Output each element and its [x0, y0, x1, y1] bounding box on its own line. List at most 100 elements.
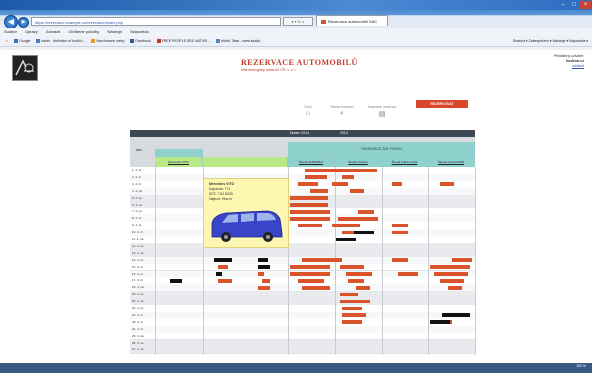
- reservation-block[interactable]: [298, 182, 318, 187]
- reservation-block[interactable]: [342, 175, 354, 180]
- favorite-item[interactable]: Google: [14, 36, 30, 46]
- reservation-block[interactable]: [354, 230, 374, 235]
- reservation-block[interactable]: [335, 168, 377, 173]
- reservation-block[interactable]: [338, 216, 378, 221]
- favorite-item[interactable]: Facebook: [130, 36, 151, 46]
- reservation-block[interactable]: [340, 299, 370, 304]
- reservation-block[interactable]: [332, 182, 348, 187]
- address-bar[interactable]: https://rezervace.example.cz/rezervace/i…: [31, 17, 281, 26]
- tab-rezervace[interactable]: Rezervace automobilů SAC: [316, 15, 388, 26]
- reservation-block[interactable]: [298, 223, 322, 228]
- car-info-popup: Mercedes VITO Kapacita: 7+1 SPZ: 7A3 833…: [203, 178, 289, 248]
- forward-icon[interactable]: ▶: [18, 17, 29, 28]
- day-label: 4. 4. pá: [132, 188, 143, 193]
- reservation-block[interactable]: [430, 265, 470, 269]
- minimize-icon[interactable]: –: [558, 1, 568, 9]
- favorites-star-icon[interactable]: ★: [5, 36, 8, 46]
- car-column-fabia[interactable]: Škoda Fabia combi: [382, 157, 428, 167]
- reservation-block[interactable]: [262, 278, 270, 283]
- day-label: 26. 4. so: [132, 340, 144, 345]
- reservation-block[interactable]: [290, 265, 330, 269]
- maximize-icon[interactable]: □: [569, 1, 579, 9]
- menu-tools[interactable]: Nástroje: [107, 29, 122, 34]
- reservation-block[interactable]: [346, 272, 372, 276]
- day-label: 7. 4. po: [132, 209, 143, 214]
- command-bar[interactable]: Stránka ▾ Zabezpečení ▾ Nástroje ▾ Nápov…: [513, 36, 588, 46]
- reservation-block[interactable]: [448, 285, 462, 290]
- reservation-block[interactable]: [440, 278, 464, 283]
- address-actions[interactable]: ⌕ ▾ ↻ ×: [283, 17, 313, 26]
- day-label: 9. 4. st: [132, 223, 142, 228]
- reservation-block[interactable]: [336, 237, 356, 242]
- reservation-block[interactable]: [350, 189, 364, 193]
- reservation-block[interactable]: [258, 272, 264, 276]
- reservation-block[interactable]: [440, 182, 454, 187]
- menu-favorites[interactable]: Oblíbené položky: [68, 29, 99, 34]
- reservation-block[interactable]: [332, 258, 342, 262]
- reservation-block[interactable]: [434, 272, 468, 276]
- reservation-block[interactable]: [392, 258, 408, 262]
- reservation-block[interactable]: [430, 320, 450, 325]
- menu-file[interactable]: Soubor: [4, 29, 17, 34]
- reservation-block[interactable]: [310, 189, 328, 193]
- close-window-icon[interactable]: ×: [580, 1, 591, 9]
- reservation-block[interactable]: [258, 265, 270, 269]
- reservation-block[interactable]: [218, 265, 228, 269]
- day-row[interactable]: 27. 4. ne: [130, 346, 475, 355]
- day-label: 12. 4. so: [132, 243, 144, 248]
- month-nav[interactable]: 2014: [340, 130, 348, 137]
- sac-logo[interactable]: [12, 55, 38, 81]
- reservation-block[interactable]: [342, 320, 362, 325]
- reservation-block[interactable]: [356, 285, 370, 290]
- reservation-block[interactable]: [170, 278, 182, 283]
- favorite-item[interactable]: eMail: Tatar - www.studia: [216, 36, 260, 46]
- car-column-octavia-rs[interactable]: Škoda Octavia RS5: [428, 157, 475, 167]
- reservation-block[interactable]: [298, 278, 324, 283]
- menu-help[interactable]: Nápověda: [130, 29, 148, 34]
- reservation-block[interactable]: [290, 209, 330, 214]
- favorite-item[interactable]: kariér - definition of build b...: [36, 36, 85, 46]
- logout-link[interactable]: odhlásit: [554, 64, 584, 69]
- reservation-block[interactable]: [348, 278, 364, 283]
- reservation-block[interactable]: [290, 216, 330, 221]
- car-column-superb[interactable]: Škoda SUPERB 2: [288, 157, 335, 167]
- menu-edit[interactable]: Úpravy: [25, 29, 38, 34]
- reservation-block[interactable]: [452, 258, 472, 262]
- reservation-block[interactable]: [290, 203, 328, 207]
- reservation-block[interactable]: [290, 196, 328, 200]
- zoom-level[interactable]: 100 %: [576, 364, 586, 368]
- reservation-block[interactable]: [398, 272, 418, 276]
- reservation-block[interactable]: [340, 265, 364, 269]
- reservation-block[interactable]: [216, 272, 222, 276]
- reservation-block[interactable]: [218, 278, 232, 283]
- new-reservation-button[interactable]: REZERVOVAT: [416, 100, 468, 108]
- page-subtitle: Mikrobiologický ústav AV ČR, v. v. i.: [241, 68, 297, 72]
- reservation-block[interactable]: [392, 223, 408, 228]
- reservation-block[interactable]: [332, 223, 360, 228]
- reservation-block[interactable]: [302, 258, 336, 262]
- menu-view[interactable]: Zobrazit: [46, 29, 60, 34]
- van-image: [211, 210, 283, 242]
- reservation-block[interactable]: [358, 209, 374, 214]
- reservation-block[interactable]: [290, 272, 330, 276]
- car-column-octavia[interactable]: Škoda Octavia: [335, 157, 382, 167]
- reservation-block[interactable]: [392, 182, 402, 187]
- reservation-block[interactable]: [258, 285, 270, 290]
- reservation-block[interactable]: [258, 258, 268, 262]
- car-column-mercedes-vito[interactable]: Mercedes VITO: [155, 157, 203, 167]
- pending-tool[interactable]: Neproduk. rezervací ▤: [362, 105, 402, 118]
- reservation-block[interactable]: [214, 258, 232, 262]
- reservation-block[interactable]: [340, 292, 358, 297]
- window-titlebar: – □ ×: [0, 0, 592, 10]
- reservation-block[interactable]: [342, 306, 362, 311]
- favorite-item[interactable]: FREE PEOPLE SEE NATIVE...: [156, 36, 210, 46]
- reservation-block[interactable]: [305, 168, 335, 173]
- reservation-block[interactable]: [342, 313, 366, 318]
- search-tool[interactable]: Hledat rezervaci ⌕: [322, 105, 362, 118]
- reservation-block[interactable]: [392, 230, 408, 235]
- back-icon[interactable]: ◀: [4, 15, 18, 29]
- favorite-item[interactable]: Navrhované weby: [91, 36, 124, 46]
- reservation-block[interactable]: [305, 175, 327, 180]
- reservation-block[interactable]: [442, 313, 470, 318]
- reservation-block[interactable]: [302, 285, 330, 290]
